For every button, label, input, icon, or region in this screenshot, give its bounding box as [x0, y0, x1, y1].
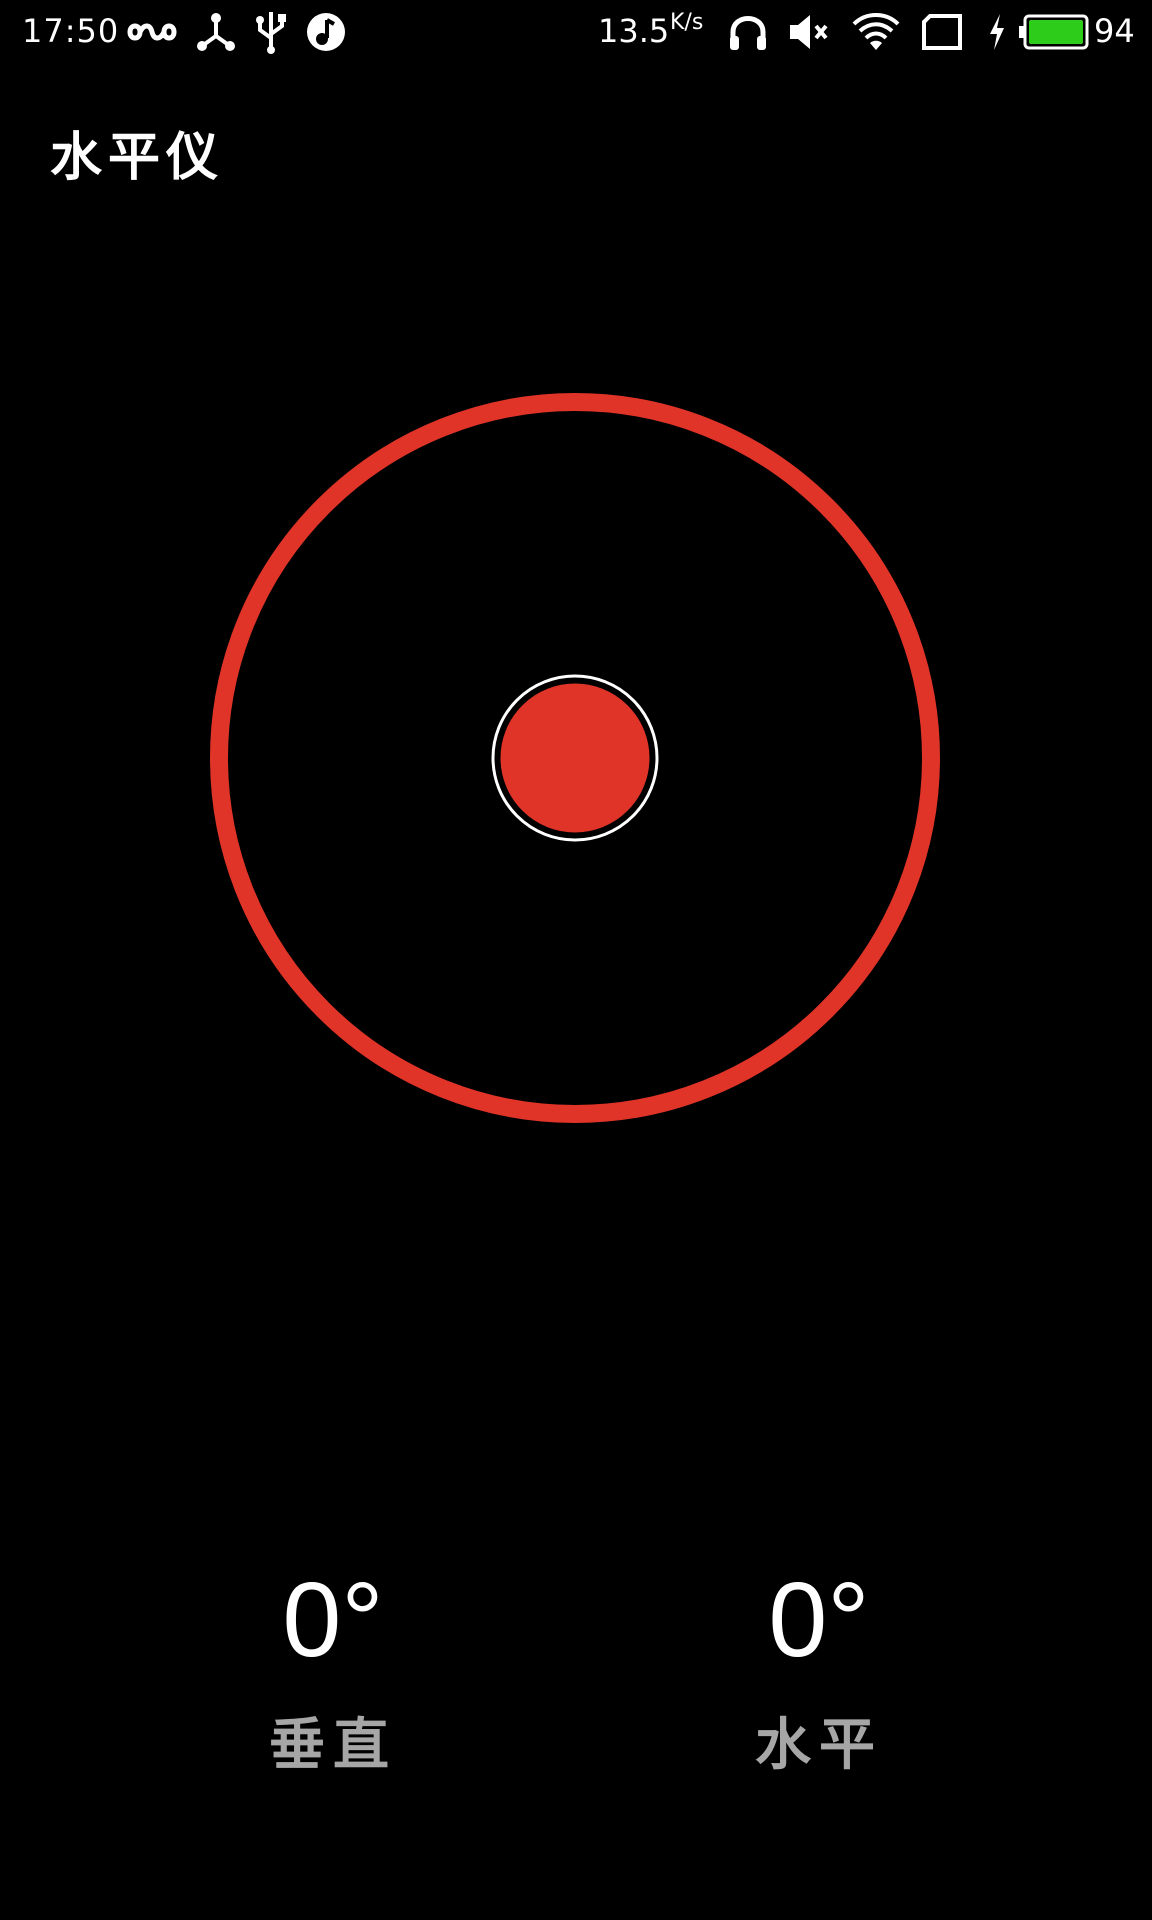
vertical-angle-label: 垂直	[269, 1712, 397, 1778]
infinity-icon	[127, 23, 177, 41]
horizontal-angle-label: 水平	[755, 1712, 883, 1778]
headphones-icon	[730, 16, 766, 50]
battery-icon	[1019, 14, 1089, 50]
wifi-icon	[852, 13, 900, 50]
mute-icon	[790, 15, 828, 49]
charging-icon	[990, 14, 1004, 50]
level-bubble	[491, 674, 659, 842]
status-bar: 17:50 13.5 K/s 94	[0, 0, 1152, 66]
horizontal-readout: 0° 水平	[669, 1560, 969, 1781]
vertical-angle-value: 0°	[282, 1561, 384, 1679]
battery-percent: 94	[1094, 12, 1135, 50]
status-time: 17:50	[22, 12, 120, 50]
music-icon	[307, 13, 345, 51]
page-title: 水平仪	[50, 127, 225, 188]
vertical-readout: 0° 垂直	[183, 1560, 483, 1781]
usb-icon	[256, 12, 286, 54]
level-gauge	[210, 393, 940, 1123]
net-speed-unit: K/s	[670, 10, 704, 35]
share-icon	[197, 13, 235, 51]
horizontal-angle-value: 0°	[768, 1561, 870, 1679]
sim-icon	[922, 14, 962, 50]
net-speed: 13.5	[598, 12, 670, 50]
